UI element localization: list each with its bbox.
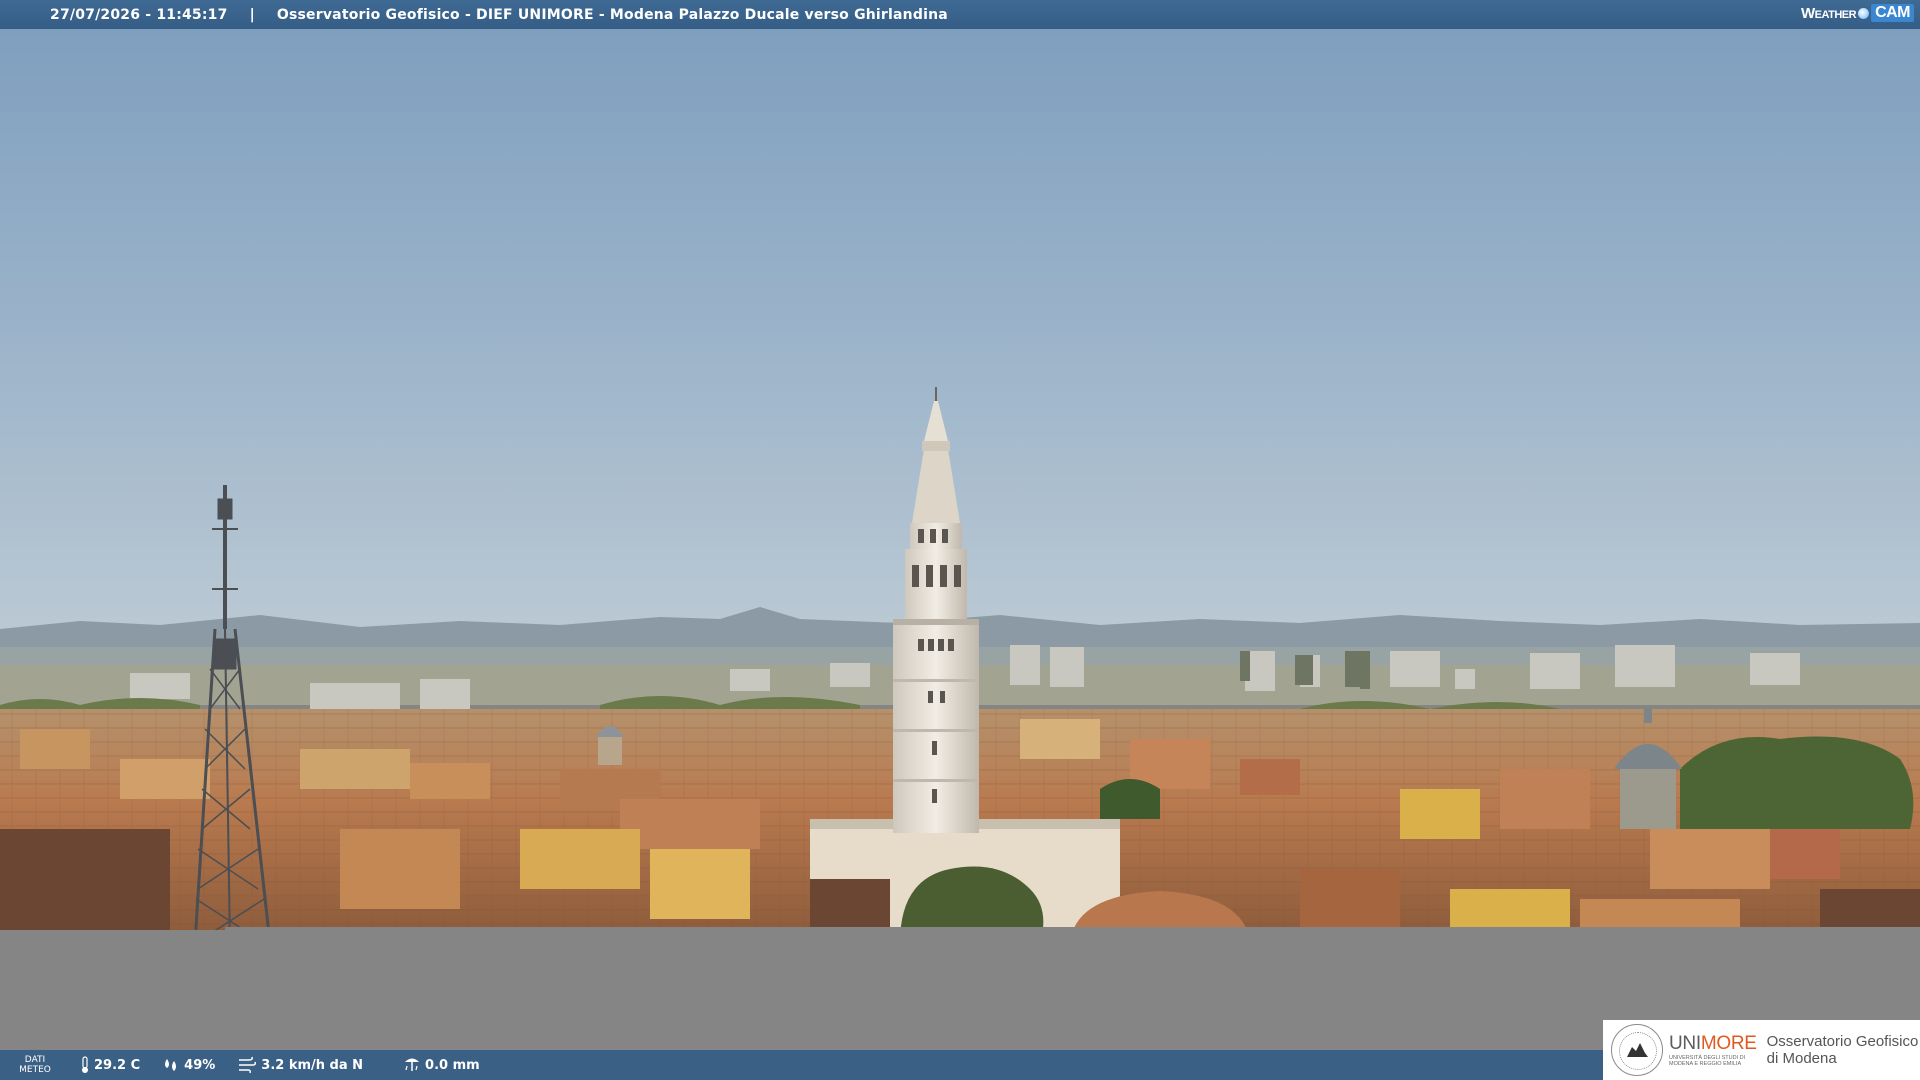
temperature-value: 29.2 C xyxy=(94,1057,141,1073)
globe-icon xyxy=(1858,7,1870,19)
wind-value: 3.2 km/h da N xyxy=(261,1057,364,1073)
humidity-value: 49% xyxy=(184,1057,216,1073)
wind-reading: 3.2 km/h da N xyxy=(237,1056,363,1074)
wind-icon xyxy=(239,1056,257,1074)
webcam-viewer: 27/07/2026 - 11:45:17 | Osservatorio Geo… xyxy=(0,0,1920,1080)
unimore-wordmark: UNIMORE UNIVERSITÀ DEGLI STUDI DI MODENA… xyxy=(1669,1034,1757,1067)
camera-title: Osservatorio Geofisico - DIEF UNIMORE - … xyxy=(276,6,948,23)
droplets-icon xyxy=(165,1059,177,1071)
brand-cam-text: CAM xyxy=(1871,4,1914,22)
brand-weather-text: Weather xyxy=(1800,4,1857,22)
dati-meteo-label: DATI METEO xyxy=(0,1055,70,1075)
caption-separator: | xyxy=(249,6,255,23)
rain-value: 0.0 mm xyxy=(425,1057,480,1073)
caption-bar: 27/07/2026 - 11:45:17 | Osservatorio Geo… xyxy=(0,0,1920,29)
webcam-image xyxy=(0,29,1920,943)
unimore-sub-line2: MODENA E REGGIO EMILIA xyxy=(1669,1060,1742,1067)
timestamp: 27/07/2026 - 11:45:17 xyxy=(50,6,228,23)
unimore-name: UNIMORE xyxy=(1669,1034,1757,1053)
dati-label-line2: METEO xyxy=(19,1065,51,1075)
weathercam-logo: Weather CAM xyxy=(1801,4,1914,22)
temperature-reading: 29.2 C xyxy=(80,1056,140,1074)
seal-figure-icon xyxy=(1627,1043,1648,1057)
unimore-sub-line1: UNIVERSITÀ DEGLI STUDI DI xyxy=(1669,1054,1746,1061)
thermometer-icon xyxy=(82,1056,88,1073)
humidity-reading: 49% xyxy=(162,1057,215,1073)
observatory-line2: di Modena xyxy=(1766,1050,1837,1067)
university-seal-icon xyxy=(1611,1024,1663,1076)
observatory-line1: Osservatorio Geofisico xyxy=(1766,1033,1919,1050)
dati-label-line1: DATI xyxy=(24,1055,46,1065)
rain-reading: 0.0 mm xyxy=(403,1056,480,1074)
unimore-uni: UNI xyxy=(1669,1032,1701,1054)
unimore-subtitle: UNIVERSITÀ DEGLI STUDI DI MODENA E REGGI… xyxy=(1669,1055,1757,1067)
unimore-logo: UNIMORE UNIVERSITÀ DEGLI STUDI DI MODENA… xyxy=(1603,1020,1920,1080)
unimore-more: MORE xyxy=(1700,1032,1757,1054)
observatory-name: Osservatorio Geofisico di Modena xyxy=(1767,1033,1919,1067)
rain-gauge-icon xyxy=(405,1058,420,1071)
